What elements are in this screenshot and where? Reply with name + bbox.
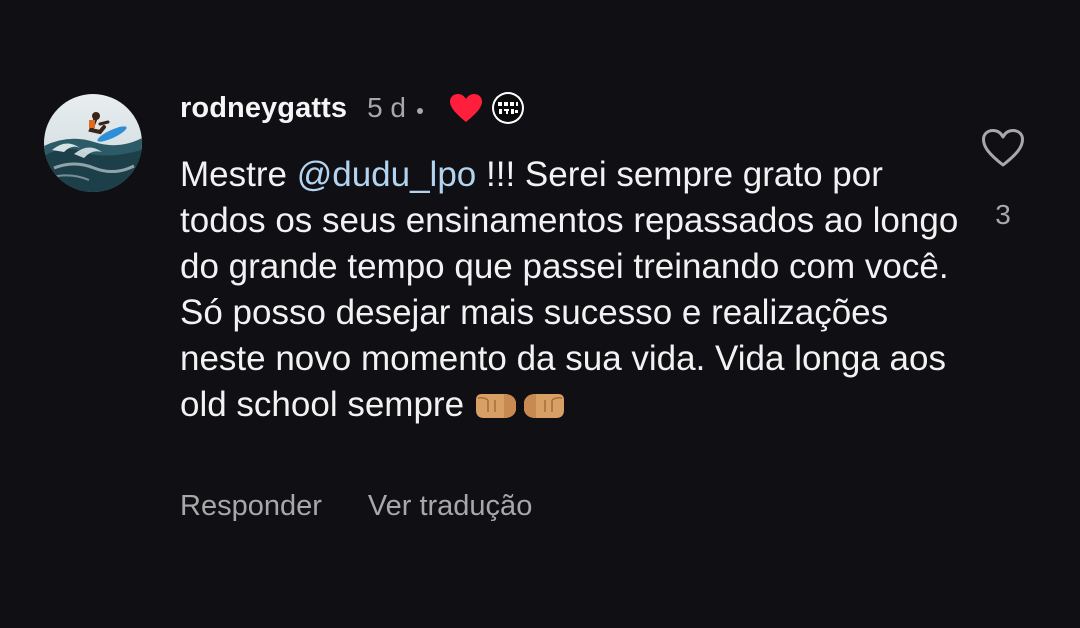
user-avatar[interactable] [44,94,142,192]
comment-text-start: Mestre [180,155,297,194]
red-heart-icon [449,93,483,123]
fist-bump-icon [474,388,566,434]
profile-avatar-icon [492,92,525,124]
like-count: 3 [995,199,1011,230]
username[interactable]: rodneygatts [180,92,347,125]
timestamp: 5 d [367,92,407,123]
translate-button[interactable]: Ver tradução [368,490,532,523]
like-column: 3 [978,128,1028,231]
separator-dot [417,108,424,114]
heart-outline-icon[interactable] [981,128,1025,173]
comment-text-rest: !!! Serei sempre grato por todos os seus… [180,155,959,424]
comment-text: Mestre @dudu_lpo !!! Serei sempre grato … [180,152,960,434]
comment-actions: Responder Ver tradução [180,490,578,523]
comment-header: rodneygatts 5 d [180,88,525,128]
reply-button[interactable]: Responder [180,490,322,523]
comment-item: rodneygatts 5 d Mestre @dudu_lpo !!! Ser… [0,0,1080,628]
mention-link[interactable]: @dudu_lpo [297,155,477,194]
